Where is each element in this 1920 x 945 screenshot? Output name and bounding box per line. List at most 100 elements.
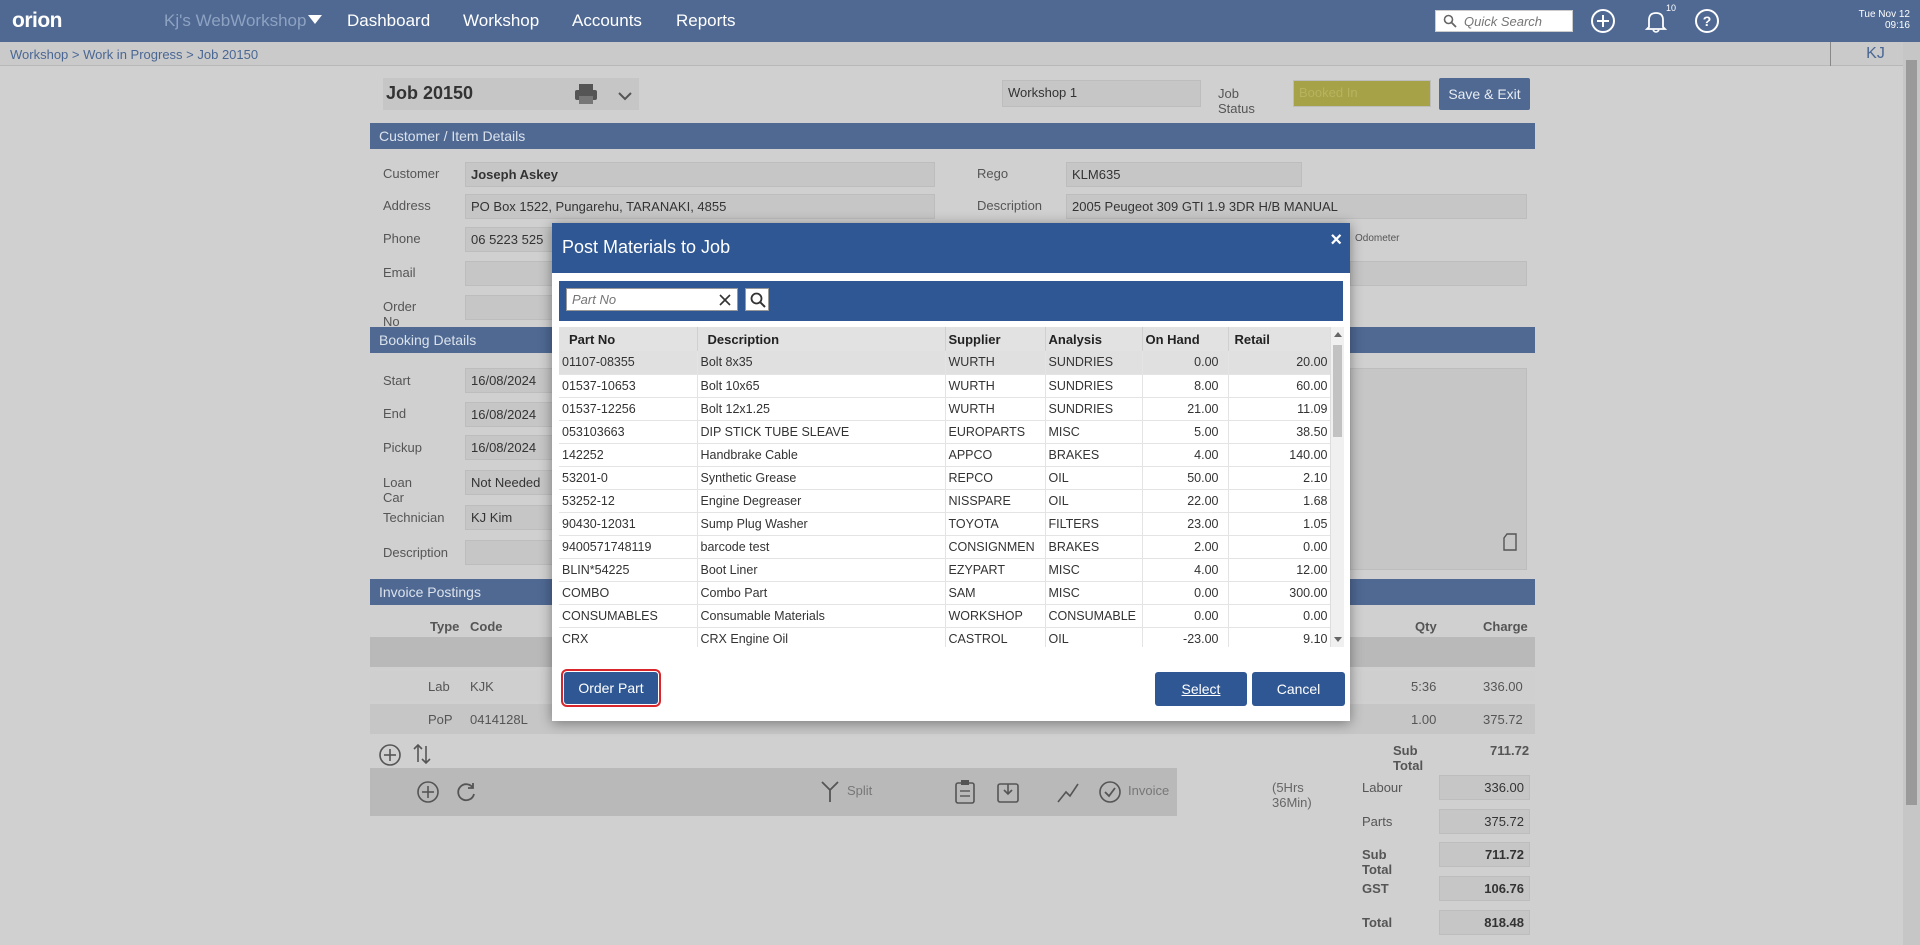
cell-description: Bolt 12x1.25	[697, 397, 946, 421]
search-button[interactable]	[745, 288, 769, 311]
add-circle-icon[interactable]	[416, 780, 440, 804]
check-circle-icon[interactable]	[1098, 780, 1122, 804]
table-row[interactable]: CRX CRX Engine Oil CASTROL OIL -23.00 9.10	[559, 627, 1337, 647]
rego-field[interactable]: KLM635	[1066, 162, 1302, 187]
page-scrollbar-thumb[interactable]	[1906, 60, 1917, 805]
close-icon[interactable]: ×	[1330, 229, 1342, 252]
table-row[interactable]: 142252 Handbrake Cable APPCO BRAKES 4.00 140.…	[559, 443, 1337, 467]
nav-reports[interactable]: Reports	[676, 11, 736, 31]
save-exit-button[interactable]: Save & Exit	[1439, 78, 1530, 110]
table-row[interactable]: BLIN*54225 Boot Liner EZYPART MISC 4.00 12.00	[559, 558, 1337, 582]
cell-analysis: SUNDRIES	[1045, 374, 1143, 398]
split-label[interactable]: Split	[847, 783, 872, 798]
nav-workshop[interactable]: Workshop	[463, 11, 539, 31]
col-analysis[interactable]: Analysis	[1045, 327, 1143, 351]
clear-icon[interactable]	[718, 293, 732, 307]
col-description[interactable]: Description	[697, 327, 946, 351]
cell-on-hand: 21.00	[1142, 397, 1229, 421]
date-time: Tue Nov 12 09:16	[1830, 9, 1910, 31]
split-icon[interactable]	[818, 778, 842, 804]
subtotal-label: Sub Total	[1393, 743, 1424, 773]
cell-part-no: CONSUMABLES	[559, 604, 698, 628]
nav-accounts[interactable]: Accounts	[572, 11, 642, 31]
email-field[interactable]	[465, 261, 555, 286]
cancel-button[interactable]: Cancel	[1252, 672, 1345, 706]
cell-description: Consumable Materials	[697, 604, 946, 628]
cell-description: Bolt 10x65	[697, 374, 946, 398]
add-row-icon[interactable]	[378, 743, 402, 767]
document-icon[interactable]	[1502, 533, 1518, 551]
end-field[interactable]: 16/08/2024	[465, 402, 555, 427]
row-type: Lab	[428, 679, 450, 694]
order-part-button[interactable]: Order Part	[561, 669, 661, 707]
add-circle-icon[interactable]	[1590, 8, 1616, 34]
cell-supplier: EZYPART	[945, 558, 1046, 582]
vehicle-description-field[interactable]: 2005 Peugeot 309 GTI 1.9 3DR H/B MANUAL	[1066, 194, 1527, 219]
table-row[interactable]: 01537-12256 Bolt 12x1.25 WURTH SUNDRIES 21.0…	[559, 397, 1337, 421]
cell-retail: 140.00	[1228, 443, 1337, 467]
orion-logo[interactable]: orion	[12, 9, 63, 33]
clipboard-icon[interactable]	[954, 779, 976, 805]
table-row[interactable]: 9400571748119 barcode test CONSIGNMEN BRAKE…	[559, 535, 1337, 559]
table-scrollbar-thumb[interactable]	[1333, 345, 1342, 437]
site-dropdown-icon[interactable]	[308, 15, 322, 24]
technician-field[interactable]: KJ Kim	[465, 505, 555, 530]
row-charge: 336.00	[1483, 679, 1523, 694]
cell-part-no: 142252	[559, 443, 698, 467]
col-retail[interactable]: Retail	[1228, 327, 1337, 351]
booking-description-field[interactable]	[465, 540, 555, 565]
trend-icon[interactable]	[1056, 780, 1080, 804]
table-row[interactable]: 53201-0 Synthetic Grease REPCO OIL 50.00 2.10	[559, 466, 1337, 490]
col-on-hand[interactable]: On Hand	[1142, 327, 1229, 351]
part-search-box[interactable]	[566, 288, 738, 311]
phone-field[interactable]: 06 5223 525	[465, 227, 555, 252]
quick-search-box[interactable]	[1435, 10, 1573, 32]
col-supplier[interactable]: Supplier	[945, 327, 1046, 351]
workshop-select[interactable]: Workshop 1	[1002, 80, 1201, 107]
notes-area[interactable]	[1350, 368, 1527, 570]
cell-on-hand: 4.00	[1142, 443, 1229, 467]
page-scrollbar[interactable]	[1903, 42, 1920, 945]
customer-field[interactable]: Joseph Askey	[465, 162, 935, 187]
job-status-select[interactable]: Booked In	[1293, 80, 1431, 107]
table-row[interactable]: CONSUMABLES Consumable Materials WORKSHOP C…	[559, 604, 1337, 628]
table-row[interactable]: 90430-12031 Sump Plug Washer TOYOTA FILTERS…	[559, 512, 1337, 536]
scroll-down-icon[interactable]	[1334, 637, 1342, 642]
time-text: 09:16	[1884, 20, 1910, 31]
table-row[interactable]: 053103663 DIP STICK TUBE SLEAVE EUROPARTS M…	[559, 420, 1337, 444]
vehicle-description-label: Description	[977, 198, 1043, 213]
odometer-field[interactable]	[1350, 261, 1527, 286]
help-icon[interactable]: ?	[1694, 8, 1720, 34]
col-part-no[interactable]: Part No	[559, 327, 698, 351]
invoice-label[interactable]: Invoice	[1128, 783, 1169, 798]
nav-dashboard[interactable]: Dashboard	[347, 11, 430, 31]
part-no-input[interactable]	[567, 289, 707, 310]
address-field[interactable]: PO Box 1522, Pungarehu, TARANAKI, 4855	[465, 194, 935, 219]
table-row[interactable]: COMBO Combo Part SAM MISC 0.00 300.00	[559, 581, 1337, 605]
loan-car-label: Loan Car	[383, 475, 412, 505]
sort-icon[interactable]	[412, 742, 432, 766]
cell-description: Synthetic Grease	[697, 466, 946, 490]
site-name[interactable]: Kj's WebWorkshop	[164, 11, 306, 31]
cell-retail: 1.68	[1228, 489, 1337, 513]
download-icon[interactable]	[996, 780, 1020, 804]
quick-search-input[interactable]	[1462, 11, 1570, 31]
breadcrumb[interactable]: Workshop > Work in Progress > Job 20150	[10, 47, 258, 62]
chevron-down-icon[interactable]	[617, 90, 633, 102]
cell-on-hand: 50.00	[1142, 466, 1229, 490]
table-row[interactable]: 53252-12 Engine Degreaser NISSPARE OIL 22.00…	[559, 489, 1337, 513]
loan-car-field[interactable]: Not Needed	[465, 470, 555, 495]
cell-supplier: REPCO	[945, 466, 1046, 490]
select-button[interactable]: Select	[1155, 672, 1247, 706]
refresh-icon[interactable]	[454, 780, 478, 804]
printer-icon[interactable]	[573, 82, 599, 106]
search-bar	[559, 281, 1343, 321]
pickup-field[interactable]: 16/08/2024	[465, 435, 555, 460]
order-no-field[interactable]	[465, 295, 555, 320]
table-scrollbar[interactable]	[1330, 327, 1344, 647]
subtotal-value: 711.72	[1490, 743, 1530, 758]
table-row[interactable]: 01537-10653 Bolt 10x65 WURTH SUNDRIES 8.00 60…	[559, 374, 1337, 398]
scroll-up-icon[interactable]	[1334, 332, 1342, 337]
start-field[interactable]: 16/08/2024	[465, 368, 555, 393]
table-row[interactable]: 01107-08355 Bolt 8x35 WURTH SUNDRIES 0.00 20.…	[559, 351, 1337, 375]
